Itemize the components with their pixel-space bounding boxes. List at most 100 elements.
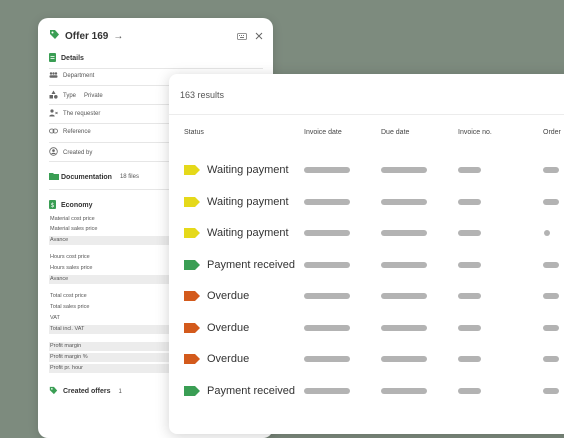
results-count: 163 results: [180, 90, 225, 100]
status-label: Waiting payment: [207, 195, 289, 208]
offer-header: Offer 169 →: [49, 28, 263, 44]
results-panel: 163 results Status Invoice date Due date…: [169, 74, 564, 434]
dollar-document-icon: $: [49, 200, 56, 211]
placeholder-cell: [304, 167, 350, 173]
placeholder-cell: [544, 230, 550, 236]
placeholder-cell: [381, 230, 427, 236]
reference-label: Reference: [63, 129, 91, 135]
field-created-by[interactable]: Created by: [49, 147, 92, 158]
placeholder-cell: [458, 356, 481, 362]
status-label: Overdue: [207, 321, 250, 334]
table-row[interactable]: Overdue: [169, 349, 564, 369]
placeholder-cell: [543, 293, 559, 299]
placeholder-cell: [543, 356, 559, 362]
table-row[interactable]: Overdue: [169, 286, 564, 306]
details-title: Details: [61, 55, 84, 62]
table-row[interactable]: Payment received: [169, 381, 564, 401]
placeholder-cell: [458, 167, 481, 173]
documentation-title: Documentation: [61, 173, 112, 181]
status-tag-icon: [184, 385, 200, 396]
table-row[interactable]: Overdue: [169, 318, 564, 338]
table-row[interactable]: Payment received: [169, 255, 564, 275]
svg-text:$: $: [51, 202, 55, 209]
status-label: Waiting payment: [207, 227, 289, 239]
placeholder-cell: [381, 324, 427, 331]
status-label: Payment received: [207, 258, 296, 271]
details-section-header[interactable]: Details: [49, 53, 84, 64]
status-label: Overdue: [207, 290, 250, 302]
shapes-icon: [49, 90, 58, 101]
documentation-count: 18 files: [119, 174, 139, 180]
placeholder-cell: [458, 293, 481, 299]
document-icon: [49, 53, 56, 64]
department-label: Department: [63, 73, 95, 79]
column-header-status[interactable]: Status: [184, 129, 204, 136]
placeholder-cell: [458, 324, 481, 331]
status-label: Waiting payment: [207, 164, 289, 176]
column-header-order[interactable]: Order: [543, 129, 561, 136]
divider: [169, 114, 564, 115]
offer-title: Offer 169: [65, 30, 109, 42]
placeholder-cell: [304, 356, 350, 362]
table-row[interactable]: Waiting payment: [169, 192, 564, 212]
created-by-label: Created by: [63, 149, 93, 156]
field-reference[interactable]: Reference: [49, 128, 91, 136]
documentation-section[interactable]: Documentation 18 files: [49, 172, 139, 182]
field-requester[interactable]: The requester: [49, 109, 100, 119]
column-header-due-date[interactable]: Due date: [381, 129, 409, 136]
placeholder-cell: [381, 356, 427, 362]
status-tag-icon: [184, 165, 200, 175]
status-tag-icon: [184, 196, 200, 207]
placeholder-cell: [543, 261, 559, 268]
status-label: Payment received: [207, 384, 296, 397]
folder-icon: [49, 172, 59, 182]
status-tag-icon: [184, 228, 200, 238]
type-label: Type: [63, 92, 77, 99]
field-type[interactable]: Type Private: [49, 90, 103, 101]
table-row[interactable]: Waiting payment: [169, 223, 564, 243]
placeholder-cell: [543, 167, 559, 173]
status-label: Overdue: [207, 353, 250, 365]
economy-title: Economy: [61, 202, 93, 209]
divider: [49, 68, 263, 69]
placeholder-cell: [543, 387, 559, 394]
requester-label: The requester: [63, 111, 101, 117]
link-icon: [49, 128, 58, 136]
created-offers-section[interactable]: Created offers 1: [49, 386, 122, 397]
user-circle-icon: [49, 147, 58, 158]
close-icon[interactable]: [255, 27, 263, 45]
status-tag-icon: [184, 259, 200, 270]
placeholder-cell: [543, 324, 559, 331]
placeholder-cell: [304, 198, 350, 205]
status-tag-icon: [184, 322, 200, 333]
keyboard-icon[interactable]: [237, 27, 247, 45]
placeholder-cell: [304, 387, 350, 394]
table-row[interactable]: Waiting payment: [169, 160, 564, 180]
person-icon: [49, 109, 58, 119]
column-header-invoice-no[interactable]: Invoice no.: [458, 129, 492, 136]
tag-icon: [49, 386, 58, 397]
placeholder-cell: [381, 387, 427, 394]
placeholder-cell: [304, 230, 350, 236]
placeholder-cell: [304, 324, 350, 331]
placeholder-cell: [381, 261, 427, 268]
created-offers-title: Created offers: [63, 388, 111, 395]
status-tag-icon: [184, 291, 200, 301]
placeholder-cell: [381, 293, 427, 299]
placeholder-cell: [381, 198, 427, 205]
placeholder-cell: [304, 261, 350, 268]
column-header-invoice-date[interactable]: Invoice date: [304, 129, 342, 136]
tag-icon: [49, 27, 60, 45]
status-tag-icon: [184, 354, 200, 364]
placeholder-cell: [381, 167, 427, 173]
arrow-right-icon[interactable]: →: [113, 31, 123, 42]
field-department[interactable]: Department: [49, 72, 94, 80]
created-offers-count: 1: [118, 388, 122, 395]
placeholder-cell: [458, 230, 481, 236]
placeholder-cell: [543, 198, 559, 205]
placeholder-cell: [304, 293, 350, 299]
placeholder-cell: [458, 198, 481, 205]
economy-section-header[interactable]: $ Economy: [49, 200, 93, 211]
placeholder-cell: [458, 261, 481, 268]
placeholder-cell: [458, 387, 481, 394]
